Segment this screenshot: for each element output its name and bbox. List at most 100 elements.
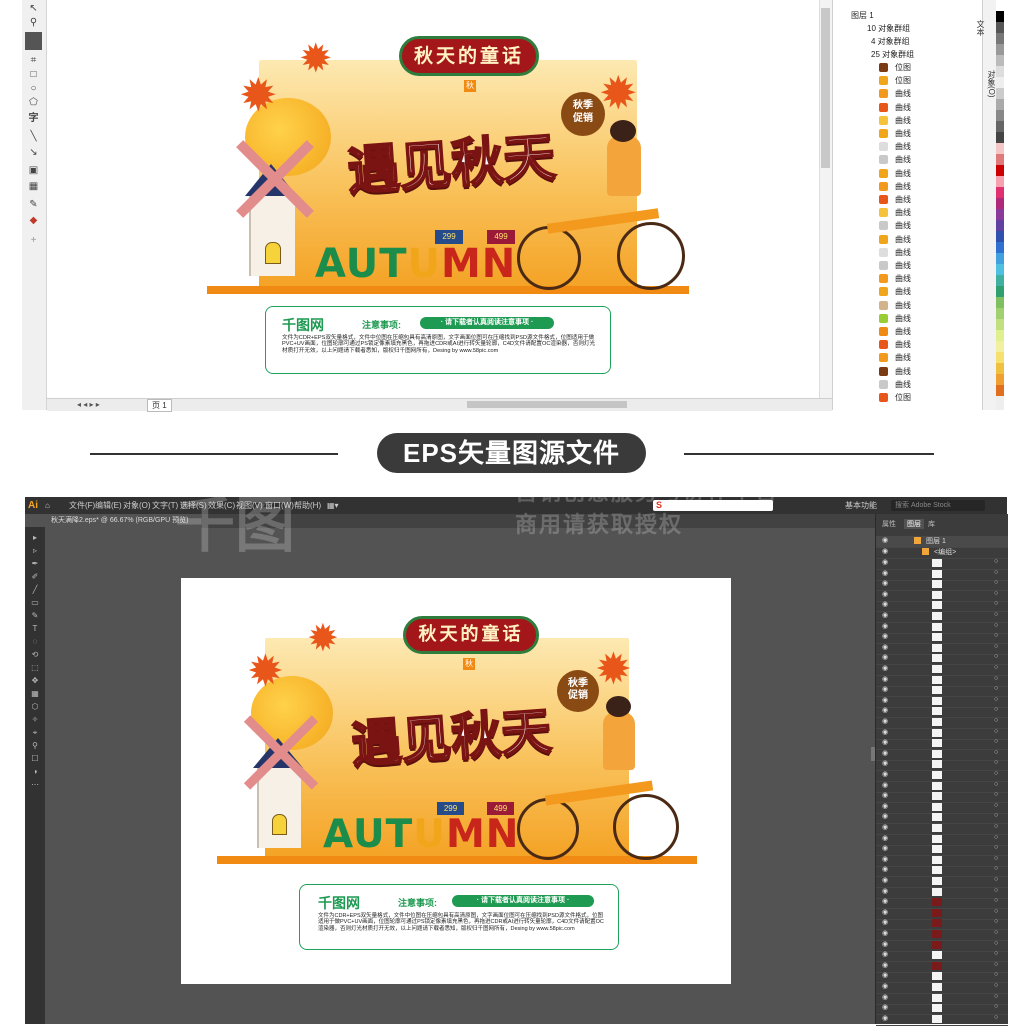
menu-object[interactable]: 对象(O): [123, 497, 151, 514]
color-swatch[interactable]: [996, 275, 1004, 286]
target-circle-icon[interactable]: ○: [994, 929, 998, 936]
visibility-eye-icon[interactable]: ◉: [882, 929, 888, 937]
visibility-eye-icon[interactable]: ◉: [882, 547, 888, 555]
target-circle-icon[interactable]: ○: [994, 993, 998, 1000]
visibility-eye-icon[interactable]: ◉: [882, 823, 888, 831]
visibility-eye-icon[interactable]: ◉: [882, 940, 888, 948]
color-swatch[interactable]: [996, 198, 1004, 209]
visibility-eye-icon[interactable]: ◉: [882, 876, 888, 884]
target-circle-icon[interactable]: ○: [994, 611, 998, 618]
fill-stroke-icon[interactable]: ☐: [29, 754, 41, 763]
visibility-eye-icon[interactable]: ◉: [882, 643, 888, 651]
visibility-eye-icon[interactable]: ◉: [882, 558, 888, 566]
visibility-eye-icon[interactable]: ◉: [882, 908, 888, 916]
zoom-tool-icon[interactable]: ⚲: [29, 741, 41, 750]
visibility-eye-icon[interactable]: ◉: [882, 971, 888, 979]
page-tab[interactable]: 页 1: [147, 399, 172, 412]
visibility-eye-icon[interactable]: ◉: [882, 918, 888, 926]
selection-tool-icon[interactable]: ▸: [29, 533, 41, 542]
color-swatch[interactable]: [996, 385, 1004, 396]
visibility-eye-icon[interactable]: ◉: [882, 1003, 888, 1011]
color-swatch[interactable]: [996, 187, 1004, 198]
color-swatch[interactable]: [996, 110, 1004, 121]
color-swatch[interactable]: [996, 121, 1004, 132]
target-circle-icon[interactable]: ○: [994, 781, 998, 788]
tab-properties[interactable]: 属性: [882, 519, 896, 529]
visibility-eye-icon[interactable]: ◉: [882, 961, 888, 969]
visibility-eye-icon[interactable]: ◉: [882, 675, 888, 683]
scrollbar-thumb[interactable]: [821, 8, 830, 168]
target-circle-icon[interactable]: ○: [994, 643, 998, 650]
target-circle-icon[interactable]: ○: [994, 759, 998, 766]
target-circle-icon[interactable]: ○: [994, 897, 998, 904]
width-tool-icon[interactable]: ✥: [29, 676, 41, 685]
target-circle-icon[interactable]: ○: [994, 653, 998, 660]
color-swatch[interactable]: [996, 132, 1004, 143]
color-swatch[interactable]: [996, 352, 1004, 363]
color-swatch[interactable]: [996, 374, 1004, 385]
visibility-eye-icon[interactable]: ◉: [882, 632, 888, 640]
target-circle-icon[interactable]: ○: [994, 876, 998, 883]
color-swatch[interactable]: [996, 242, 1004, 253]
color-swatch[interactable]: [996, 11, 1004, 22]
color-swatch[interactable]: [996, 154, 1004, 165]
target-circle-icon[interactable]: ○: [994, 558, 998, 565]
tab-layers[interactable]: 图层: [904, 519, 924, 529]
visibility-eye-icon[interactable]: ◉: [882, 664, 888, 672]
menu-edit[interactable]: 编辑(E): [95, 497, 122, 514]
ellipse-tool-icon[interactable]: ○: [25, 82, 42, 95]
color-swatch[interactable]: [996, 165, 1004, 176]
lasso-tool-icon[interactable]: ◌: [29, 637, 41, 646]
color-swatch[interactable]: [996, 22, 1004, 33]
add-tool-icon[interactable]: +: [25, 234, 42, 247]
visibility-eye-icon[interactable]: ◉: [882, 749, 888, 757]
visibility-eye-icon[interactable]: ◉: [882, 579, 888, 587]
corel-vertical-scrollbar[interactable]: [819, 0, 832, 398]
color-swatch[interactable]: [996, 286, 1004, 297]
line-tool-icon[interactable]: ╲: [25, 130, 42, 143]
visibility-eye-icon[interactable]: ◉: [882, 685, 888, 693]
target-circle-icon[interactable]: ○: [994, 844, 998, 851]
color-swatch[interactable]: [996, 44, 1004, 55]
color-swatch[interactable]: [996, 220, 1004, 231]
zoom-tool-icon[interactable]: ⚲: [25, 16, 42, 29]
visibility-eye-icon[interactable]: ◉: [882, 865, 888, 873]
color-swatch[interactable]: [996, 88, 1004, 99]
eyedropper-tool-icon[interactable]: ⌖: [29, 728, 41, 737]
home-icon[interactable]: ⌂: [45, 497, 50, 514]
rectangle-tool-icon[interactable]: ▭: [29, 598, 41, 607]
color-swatch[interactable]: [996, 297, 1004, 308]
target-circle-icon[interactable]: ○: [994, 770, 998, 777]
connector-tool-icon[interactable]: ↘: [25, 146, 42, 159]
menu-file[interactable]: 文件(F): [69, 497, 95, 514]
color-swatch[interactable]: [996, 143, 1004, 154]
shape-builder-tool-icon[interactable]: ⬡: [29, 702, 41, 711]
page-nav-icon[interactable]: ◂ ◂ ▸ ▸: [77, 400, 100, 409]
color-swatch[interactable]: [996, 341, 1004, 352]
visibility-eye-icon[interactable]: ◉: [882, 622, 888, 630]
color-swatch[interactable]: [996, 363, 1004, 374]
visibility-eye-icon[interactable]: ◉: [882, 855, 888, 863]
visibility-eye-icon[interactable]: ◉: [882, 759, 888, 767]
target-circle-icon[interactable]: ○: [994, 717, 998, 724]
target-circle-icon[interactable]: ○: [994, 600, 998, 607]
target-circle-icon[interactable]: ○: [994, 865, 998, 872]
visibility-eye-icon[interactable]: ◉: [882, 696, 888, 704]
target-circle-icon[interactable]: ○: [994, 1014, 998, 1021]
target-circle-icon[interactable]: ○: [994, 802, 998, 809]
target-circle-icon[interactable]: ○: [994, 961, 998, 968]
visibility-eye-icon[interactable]: ◉: [882, 728, 888, 736]
symbol-tool-icon[interactable]: ✧: [29, 715, 41, 724]
visibility-eye-icon[interactable]: ◉: [882, 653, 888, 661]
visibility-eye-icon[interactable]: ◉: [882, 982, 888, 990]
line-tool-icon[interactable]: ╱: [29, 585, 41, 594]
visibility-eye-icon[interactable]: ◉: [882, 897, 888, 905]
eyedropper-tool-icon[interactable]: ✎: [25, 198, 42, 211]
target-circle-icon[interactable]: ○: [994, 791, 998, 798]
color-swatch[interactable]: [996, 209, 1004, 220]
visibility-eye-icon[interactable]: ◉: [882, 706, 888, 714]
target-circle-icon[interactable]: ○: [994, 908, 998, 915]
layout-icon[interactable]: ▦▾: [327, 497, 339, 514]
type-tool-icon[interactable]: T: [29, 624, 41, 633]
color-swatch[interactable]: [996, 319, 1004, 330]
